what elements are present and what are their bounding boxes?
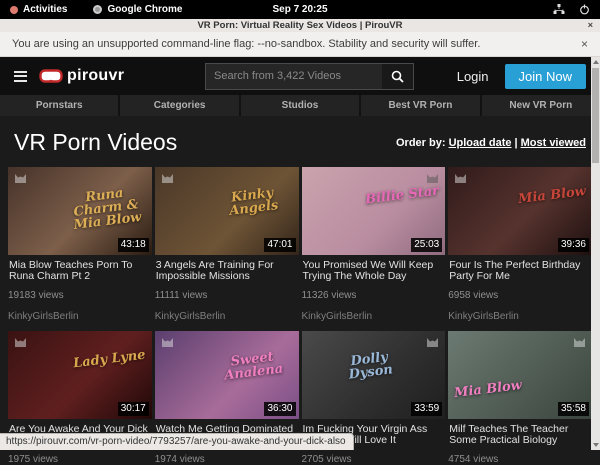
power-icon[interactable] — [579, 4, 590, 15]
duration-badge: 39:36 — [558, 238, 589, 252]
thumbnail-overlay-name: Lady Lyne — [73, 349, 147, 371]
duration-badge: 36:30 — [264, 402, 295, 416]
video-thumbnail: Mia Blow 35:58 — [448, 331, 592, 419]
video-title[interactable]: Four Is The Perfect Birthday Party For M… — [449, 260, 591, 282]
thumbnail-overlay-name: Runa Charm & Mia Blow — [64, 184, 148, 232]
search-button[interactable] — [382, 64, 413, 89]
browser-title: VR Porn: Virtual Reality Sex Videos | Pi… — [197, 20, 402, 31]
menu-item-studios[interactable]: Studios — [241, 95, 359, 116]
menu-item-categories[interactable]: Categories — [120, 95, 238, 116]
video-thumbnail: Lady Lyne 30:17 — [8, 331, 152, 419]
order-by-most-viewed-link[interactable]: Most viewed — [521, 137, 586, 149]
order-separator: | — [515, 137, 518, 149]
thumbnail-overlay-name: Mia Blow — [517, 185, 586, 206]
studio-logo-icon — [572, 335, 587, 348]
vr-headset-icon — [39, 69, 63, 84]
warning-text: You are using an unsupported command-lin… — [12, 38, 480, 50]
video-views: 1974 views — [155, 454, 299, 465]
video-thumbnail: Mia Blow 39:36 — [448, 167, 592, 255]
close-tab-icon[interactable]: × — [588, 19, 593, 32]
recording-indicator-icon — [10, 6, 18, 14]
studio-logo-icon — [425, 171, 440, 184]
video-views: 4754 views — [448, 454, 592, 465]
chrome-app-label: Google Chrome — [107, 4, 182, 15]
video-card[interactable]: Mia Blow 35:58 Milf Teaches The Teacher … — [448, 331, 592, 465]
status-url-bubble: https://pirouvr.com/vr-porn-video/779325… — [0, 433, 354, 450]
video-thumbnail: Billie Star 25:03 — [302, 167, 446, 255]
page-title: VR Porn Videos — [14, 129, 177, 156]
duration-badge: 35:58 — [558, 402, 589, 416]
video-title[interactable]: Mia Blow Teaches Porn To Runa Charm Pt 2 — [9, 260, 151, 282]
video-views: 2705 views — [302, 454, 446, 465]
gnome-top-bar: Activities Google Chrome Sep 7 20:25 — [0, 0, 600, 19]
video-views: 1975 views — [8, 454, 152, 465]
site-navbar: pirouvr Login Join Now — [0, 57, 600, 95]
scrollbar[interactable] — [591, 57, 600, 450]
video-views: 6958 views — [448, 290, 592, 301]
menu-item-pornstars[interactable]: Pornstars — [0, 95, 118, 116]
search-group — [205, 63, 414, 90]
duration-badge: 43:18 — [118, 238, 149, 252]
login-link[interactable]: Login — [457, 69, 489, 84]
studio-logo-icon — [425, 335, 440, 348]
hamburger-menu-icon[interactable] — [14, 71, 27, 82]
video-views: 19183 views — [8, 290, 152, 301]
video-card[interactable]: Mia Blow 39:36 Four Is The Perfect Birth… — [448, 167, 592, 322]
duration-badge: 25:03 — [411, 238, 442, 252]
order-by-controls: Order by: Upload date|Most viewed — [396, 137, 586, 149]
video-thumbnail: Kinky Angels 47:01 — [155, 167, 299, 255]
page-content: VR Porn Videos Order by: Upload date|Mos… — [0, 129, 600, 465]
video-thumbnail: Runa Charm & Mia Blow 43:18 — [8, 167, 152, 255]
video-title[interactable]: Milf Teaches The Teacher Some Practical … — [449, 424, 591, 446]
thumbnail-overlay-name: Kinky Angels — [211, 184, 294, 220]
warning-close-icon[interactable]: × — [581, 37, 588, 51]
search-input[interactable] — [206, 64, 382, 89]
main-menu: Pornstars Categories Studios Best VR Por… — [0, 95, 600, 116]
browser-titlebar: VR Porn: Virtual Reality Sex Videos | Pi… — [0, 19, 600, 32]
site-logo[interactable]: pirouvr — [39, 67, 124, 85]
scroll-down-icon[interactable] — [593, 443, 599, 447]
scrollbar-thumb[interactable] — [592, 68, 599, 163]
thumbnail-overlay-name: Billie Star — [365, 185, 440, 207]
chrome-app-menu[interactable]: Google Chrome — [93, 4, 182, 15]
studio-logo-icon — [13, 335, 28, 348]
video-views: 11326 views — [302, 290, 446, 301]
sandbox-warning-bar: You are using an unsupported command-lin… — [0, 32, 600, 57]
site-logo-text: pirouvr — [67, 67, 124, 85]
video-card[interactable]: Billie Star 25:03 You Promised We Will K… — [302, 167, 446, 322]
join-now-button[interactable]: Join Now — [505, 64, 586, 89]
activities-label: Activities — [23, 4, 67, 15]
video-title[interactable]: You Promised We Will Keep Trying The Who… — [303, 260, 445, 282]
duration-badge: 33:59 — [411, 402, 442, 416]
video-card[interactable]: Runa Charm & Mia Blow 43:18 Mia Blow Tea… — [8, 167, 152, 322]
video-grid: Runa Charm & Mia Blow 43:18 Mia Blow Tea… — [8, 167, 592, 465]
video-studio[interactable]: KinkyGirlsBerlin — [448, 311, 592, 322]
video-views: 11111 views — [155, 290, 299, 301]
chrome-icon — [93, 5, 102, 14]
thumbnail-overlay-name: Sweet Analena — [211, 348, 294, 384]
thumbnail-overlay-name: Dolly Dyson — [328, 348, 411, 384]
menu-item-best-vr[interactable]: Best VR Porn — [361, 95, 479, 116]
network-icon[interactable] — [553, 4, 565, 15]
video-thumbnail: Dolly Dyson 33:59 — [302, 331, 446, 419]
video-studio[interactable]: KinkyGirlsBerlin — [155, 311, 299, 322]
studio-logo-icon — [13, 171, 28, 184]
studio-logo-icon — [453, 171, 468, 184]
search-icon — [391, 70, 404, 83]
studio-logo-icon — [160, 335, 175, 348]
scroll-up-icon[interactable] — [593, 60, 599, 64]
studio-logo-icon — [160, 171, 175, 184]
video-thumbnail: Sweet Analena 36:30 — [155, 331, 299, 419]
duration-badge: 30:17 — [118, 402, 149, 416]
order-by-upload-date-link[interactable]: Upload date — [449, 137, 512, 149]
menu-item-new-vr[interactable]: New VR Porn — [482, 95, 600, 116]
activities-button[interactable]: Activities — [10, 4, 67, 15]
video-studio[interactable]: KinkyGirlsBerlin — [302, 311, 446, 322]
video-card[interactable]: Kinky Angels 47:01 3 Angels Are Training… — [155, 167, 299, 322]
thumbnail-overlay-name: Mia Blow — [454, 379, 523, 400]
video-title[interactable]: 3 Angels Are Training For Impossible Mis… — [156, 260, 298, 282]
order-by-label: Order by: — [396, 137, 446, 149]
video-studio[interactable]: KinkyGirlsBerlin — [8, 311, 152, 322]
duration-badge: 47:01 — [264, 238, 295, 252]
